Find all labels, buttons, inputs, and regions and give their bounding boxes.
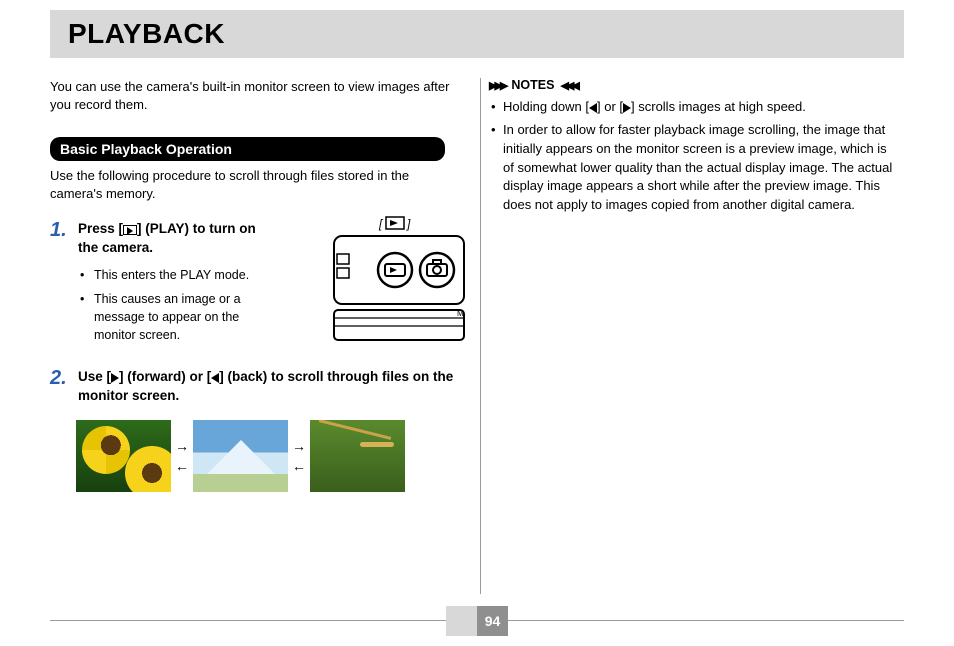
page-footer: 94 [50,606,904,636]
svg-text:M: M [457,309,464,318]
intro-text: You can use the camera's built-in monito… [50,78,450,113]
chevrons-right-icon: ▶▶▶ [489,79,505,92]
content-columns: You can use the camera's built-in monito… [50,78,904,600]
left-column: You can use the camera's built-in monito… [50,78,465,600]
svg-text:[: [ [378,217,384,231]
arrow-left-icon: ← [292,459,306,473]
section-description: Use the following procedure to scroll th… [50,167,450,202]
back-key-icon [589,103,597,113]
note-item: In order to allow for faster playback im… [489,121,894,215]
page-box-left [446,606,477,636]
forward-key-icon [111,373,119,383]
step-1: 1. Press [] (PLAY) to turn on the camera… [50,220,465,350]
thumbnail-image [310,420,405,492]
scroll-arrows: → ← [175,439,189,473]
manual-page: PLAYBACK You can use the camera's built-… [0,0,954,646]
step-heading: Use [] (forward) or [] (back) to scroll … [78,368,465,406]
notes-heading: ▶▶▶ NOTES ◀◀◀ [489,78,904,92]
arrow-left-icon: ← [175,459,189,473]
section-heading: Basic Playback Operation [50,137,445,161]
step-number: 2. [50,368,78,406]
chevrons-left-icon: ◀◀◀ [560,79,576,92]
step-number: 1. [50,220,78,350]
step-2: 2. Use [] (forward) or [] (back) to scro… [50,368,465,406]
note-item: Holding down [ ] or [ ] scrolls images at … [489,98,894,117]
step2-text-a: Use [ [78,369,111,384]
title-bar: PLAYBACK [50,10,904,58]
thumbnail-image [76,420,171,492]
page-title: PLAYBACK [68,18,225,50]
step1-text-a: Press [ [78,221,123,236]
scroll-arrows: → ← [292,439,306,473]
step-body: Use [] (forward) or [] (back) to scroll … [78,368,465,406]
forward-key-icon [623,103,631,113]
note1-a: Holding down [ [503,99,589,114]
right-column: ▶▶▶ NOTES ◀◀◀ Holding down [ ] or [ ] scro… [489,78,904,600]
step1-bullet: This causes an image or a message to app… [78,290,258,344]
svg-text:]: ] [406,217,411,231]
notes-list: Holding down [ ] or [ ] scrolls images at … [489,98,904,215]
thumbnail-row: → ← → ← [76,420,465,492]
column-divider [480,78,481,594]
play-icon [123,225,137,235]
page-number-box: 94 [446,606,508,636]
thumbnail-image [193,420,288,492]
arrow-right-icon: → [175,439,189,453]
step1-bullet: This enters the PLAY mode. [78,266,258,284]
notes-label: NOTES [511,78,554,92]
note1-b: ] or [ [597,99,623,114]
step2-text-b: ] (forward) or [ [119,369,211,384]
arrow-right-icon: → [292,439,306,453]
page-number: 94 [477,606,508,636]
step-heading: Press [] (PLAY) to turn on the camera. [78,220,258,258]
note1-c: ] scrolls images at high speed. [631,99,806,114]
camera-diagram: [ ] M [333,214,465,342]
